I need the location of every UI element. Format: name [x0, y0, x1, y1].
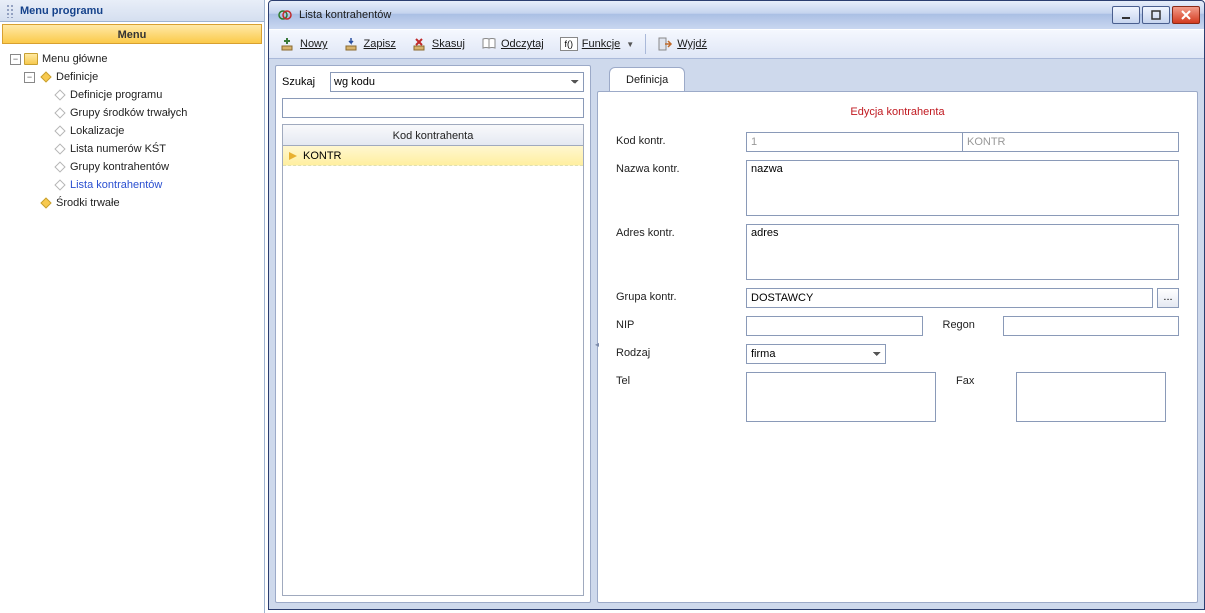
separator — [645, 34, 646, 54]
fx-icon: f() — [560, 37, 578, 51]
exit-button[interactable]: Wyjdź — [650, 32, 714, 56]
collapse-icon[interactable]: − — [10, 54, 21, 65]
grip-icon — [6, 4, 14, 18]
delete-button[interactable]: Skasuj — [405, 32, 472, 56]
chevron-down-icon: ▼ — [626, 40, 634, 49]
label-fax: Fax — [956, 372, 1016, 387]
close-button[interactable] — [1172, 6, 1200, 24]
kod-field — [962, 132, 1179, 152]
label-grupa: Grupa kontr. — [616, 288, 746, 303]
tree-root[interactable]: − Menu główne — [10, 50, 262, 68]
label-kod: Kod kontr. — [616, 132, 746, 147]
collapse-icon[interactable]: − — [24, 72, 35, 83]
diamond-icon — [54, 161, 65, 172]
window-title: Lista kontrahentów — [299, 9, 391, 21]
fax-field[interactable] — [1016, 372, 1166, 422]
splitter-handle[interactable] — [595, 334, 601, 364]
adres-field[interactable]: adres — [746, 224, 1179, 280]
nazwa-field[interactable]: nazwa — [746, 160, 1179, 216]
form-title: Edycja kontrahenta — [616, 106, 1179, 118]
tab-strip: Definicja — [597, 65, 1198, 91]
grupa-pick-button[interactable]: ... — [1157, 288, 1179, 308]
form-panel: Definicja Edycja kontrahenta Kod kontr. … — [597, 65, 1198, 603]
row-indicator-icon — [287, 150, 299, 162]
folder-icon — [24, 53, 38, 65]
grid-row[interactable]: KONTR — [283, 146, 583, 166]
label-regon: Regon — [943, 316, 1003, 331]
diamond-icon — [40, 197, 51, 208]
new-button[interactable]: Nowy — [273, 32, 335, 56]
tree-item[interactable]: Grupy kontrahentów — [10, 158, 262, 176]
diamond-icon — [54, 179, 65, 190]
kod-id-field — [746, 132, 963, 152]
exit-icon — [657, 36, 673, 52]
regon-field[interactable] — [1003, 316, 1180, 336]
label-nazwa: Nazwa kontr. — [616, 160, 746, 175]
search-label: Szukaj — [282, 76, 322, 88]
menu-heading: Menu — [2, 24, 262, 44]
delete-icon — [412, 36, 428, 52]
tel-field[interactable] — [746, 372, 936, 422]
tree-item[interactable]: Grupy środków trwałych — [10, 104, 262, 122]
nip-field[interactable] — [746, 316, 923, 336]
grid-body: KONTR — [282, 146, 584, 596]
grid-header[interactable]: Kod kontrahenta — [282, 124, 584, 146]
tree-definicje[interactable]: − Definicje — [10, 68, 262, 86]
label-nip: NIP — [616, 316, 746, 331]
list-panel: Szukaj wg kodu Kod kontrahenta KONTR — [275, 65, 591, 603]
filter-input[interactable] — [282, 98, 584, 118]
tree-item-active[interactable]: Lista kontrahentów — [10, 176, 262, 194]
tree-srodki[interactable]: Środki trwałe — [10, 194, 262, 212]
menu-title-bar: Menu programu — [0, 0, 264, 22]
menu-panel: Menu programu Menu − Menu główne − Defin… — [0, 0, 265, 613]
label-rodzaj: Rodzaj — [616, 344, 746, 359]
minimize-button[interactable] — [1112, 6, 1140, 24]
titlebar: Lista kontrahentów — [269, 1, 1204, 29]
search-mode-combo[interactable]: wg kodu — [330, 72, 584, 92]
diamond-icon — [54, 107, 65, 118]
diamond-icon — [40, 71, 51, 82]
child-window: Lista kontrahentów Nowy Zapisz Skasuj Od… — [268, 0, 1205, 610]
app-icon — [277, 7, 293, 23]
save-button[interactable]: Zapisz — [337, 32, 403, 56]
label-adres: Adres kontr. — [616, 224, 746, 239]
read-button[interactable]: Odczytaj — [474, 32, 551, 56]
menu-title: Menu programu — [20, 5, 103, 17]
tab-body: Edycja kontrahenta Kod kontr. Nazwa kont… — [597, 91, 1198, 603]
tree-item[interactable]: Definicje programu — [10, 86, 262, 104]
toolbar: Nowy Zapisz Skasuj Odczytaj f() Funkcje … — [269, 29, 1204, 59]
diamond-icon — [54, 143, 65, 154]
cell-kod: KONTR — [303, 150, 342, 162]
diamond-icon — [54, 125, 65, 136]
plus-icon — [280, 36, 296, 52]
menu-tree: − Menu główne − Definicje Definicje prog… — [0, 46, 264, 216]
rodzaj-combo[interactable]: firma — [746, 344, 886, 364]
grupa-field[interactable] — [746, 288, 1153, 308]
tree-item[interactable]: Lokalizacje — [10, 122, 262, 140]
book-icon — [481, 36, 497, 52]
tree-item[interactable]: Lista numerów KŚT — [10, 140, 262, 158]
functions-button[interactable]: f() Funkcje ▼ — [553, 33, 641, 55]
tab-definicja[interactable]: Definicja — [609, 67, 685, 91]
save-icon — [344, 36, 360, 52]
label-tel: Tel — [616, 372, 746, 387]
diamond-icon — [54, 89, 65, 100]
maximize-button[interactable] — [1142, 6, 1170, 24]
